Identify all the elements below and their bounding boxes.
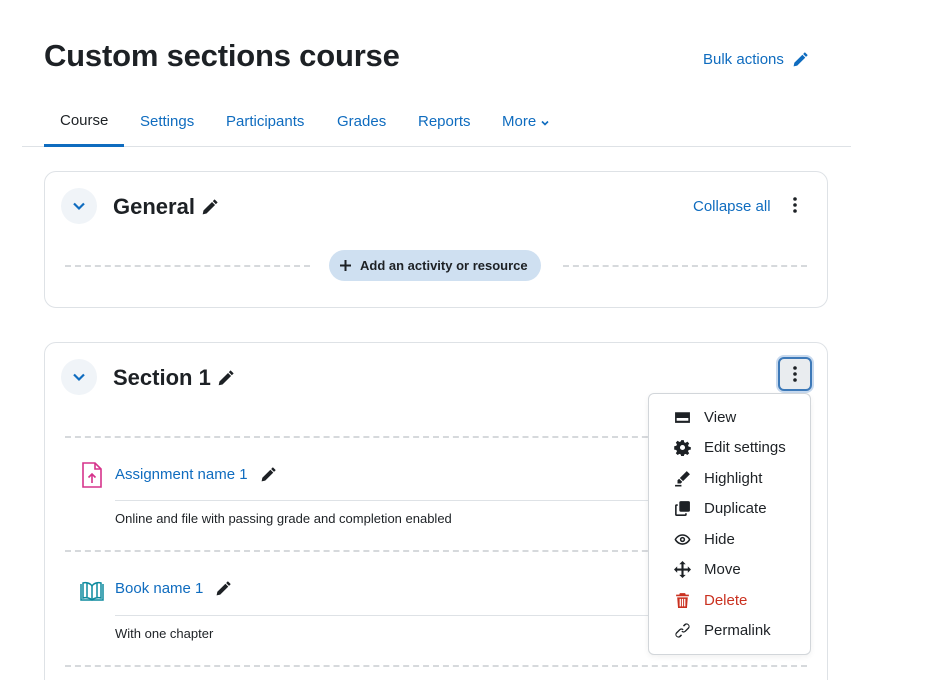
add-activity-label: Add an activity or resource: [360, 258, 528, 273]
collapse-section-button[interactable]: [61, 188, 97, 224]
view-icon: [675, 411, 690, 423]
section-actions-menu-button[interactable]: [778, 357, 812, 391]
menu-item-label: Duplicate: [704, 500, 767, 518]
activity-link[interactable]: Assignment name 1: [115, 466, 277, 483]
activity-description: With one chapter: [115, 626, 214, 641]
section-title: General: [113, 194, 219, 220]
eye-icon: [674, 533, 691, 545]
section-general: General Collapse all Add an activity or …: [44, 171, 828, 308]
bulk-actions-button[interactable]: Bulk actions: [703, 51, 809, 68]
pencil-icon[interactable]: [215, 580, 232, 597]
tab-course[interactable]: Course: [44, 96, 125, 147]
menu-item-label: Highlight: [704, 469, 763, 487]
menu-item-edit-settings[interactable]: Edit settings: [649, 433, 810, 464]
section-actions-dropdown: View Edit settings Highlight Duplicate H…: [648, 393, 811, 655]
collapse-all-link[interactable]: Collapse all: [693, 198, 771, 215]
general-actions-menu-button[interactable]: [783, 192, 807, 218]
divider: [115, 615, 685, 616]
tab-label: Grades: [337, 113, 387, 130]
gear-icon: [674, 440, 691, 457]
menu-item-duplicate[interactable]: Duplicate: [649, 494, 810, 525]
menu-item-label: Edit settings: [704, 439, 786, 457]
kebab-icon: [793, 197, 797, 213]
section-title-text: General: [113, 194, 195, 219]
menu-item-hide[interactable]: Hide: [649, 524, 810, 555]
menu-item-label: Permalink: [704, 622, 771, 640]
menu-item-permalink[interactable]: Permalink: [649, 616, 810, 647]
tab-reports[interactable]: Reports: [402, 96, 487, 147]
menu-item-label: Hide: [704, 530, 735, 548]
section-title: Section 1: [113, 365, 235, 391]
tab-grades[interactable]: Grades: [321, 96, 402, 147]
chevron-down-icon: [541, 120, 549, 126]
pencil-icon[interactable]: [217, 369, 235, 387]
plus-icon: [340, 260, 351, 271]
tab-label: Course: [60, 111, 109, 129]
move-arrows-icon: [674, 561, 691, 579]
menu-item-label: View: [704, 408, 737, 426]
pencil-icon[interactable]: [201, 198, 219, 216]
tab-participants[interactable]: Participants: [210, 96, 320, 147]
divider: [115, 500, 685, 501]
pencil-icon: [793, 52, 808, 67]
divider: [65, 265, 310, 267]
course-nav: Course Settings Participants Grades Repo…: [22, 96, 851, 147]
assignment-upload-icon: [82, 462, 102, 488]
page-title: Custom sections course: [44, 38, 400, 73]
section-title-text: Section 1: [113, 365, 211, 390]
bulk-actions-label: Bulk actions: [703, 51, 784, 68]
activity-name: Book name 1: [115, 580, 204, 597]
chevron-down-icon: [73, 202, 85, 211]
divider: [563, 265, 807, 267]
menu-item-highlight[interactable]: Highlight: [649, 463, 810, 494]
activity-link[interactable]: Book name 1: [115, 580, 232, 597]
divider: [65, 665, 807, 667]
tab-more[interactable]: More: [486, 96, 566, 147]
kebab-icon: [793, 366, 797, 382]
link-icon: [675, 623, 690, 638]
activity-name: Assignment name 1: [115, 466, 248, 483]
menu-item-label: Move: [704, 561, 741, 579]
tab-label: Settings: [140, 113, 195, 130]
duplicate-icon: [675, 501, 690, 517]
tab-settings[interactable]: Settings: [124, 96, 210, 147]
book-icon: [80, 581, 104, 602]
pencil-icon[interactable]: [260, 466, 277, 483]
menu-item-move[interactable]: Move: [649, 555, 810, 586]
chevron-down-icon: [73, 373, 85, 382]
highlighter-icon: [675, 470, 690, 487]
tab-label: Participants: [226, 113, 305, 130]
menu-item-view[interactable]: View: [649, 402, 810, 433]
add-activity-button[interactable]: Add an activity or resource: [329, 250, 541, 281]
collapse-section-button[interactable]: [61, 359, 97, 395]
menu-item-delete[interactable]: Delete: [649, 585, 810, 616]
tab-label: More: [502, 113, 537, 130]
tab-label: Reports: [418, 113, 471, 130]
activity-description: Online and file with passing grade and c…: [115, 511, 452, 526]
trash-icon: [676, 592, 689, 608]
menu-item-label: Delete: [704, 591, 748, 609]
